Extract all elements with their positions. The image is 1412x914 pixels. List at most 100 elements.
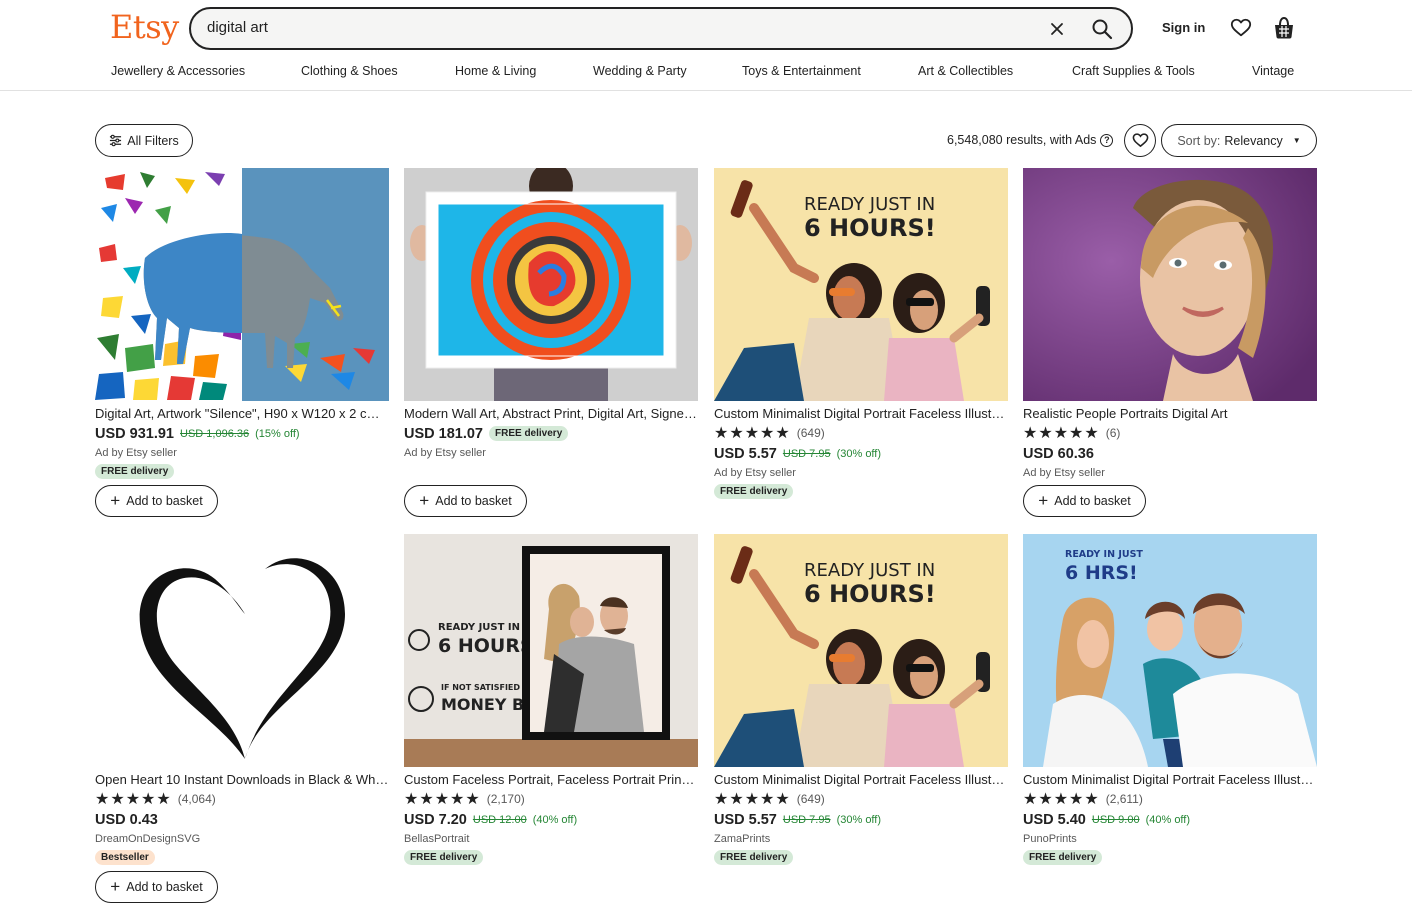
all-filters-button[interactable]: All Filters [95,124,193,157]
sort-value: Relevancy [1224,133,1283,148]
sort-dropdown[interactable]: Sort by: Relevancy ▼ [1161,124,1317,157]
stars-icon: ★★★★★ [404,791,481,808]
stars-icon: ★★★★★ [1023,425,1100,442]
price-row: USD 7.20 USD 12.00 (40% off) [404,810,698,829]
free-delivery-badge: FREE delivery [95,464,175,479]
category-home[interactable]: Home & Living [455,64,536,78]
listing-card[interactable]: READY JUST IN 6 HOURS! Custom Minimalist… [714,168,1008,499]
listing-price: USD 0.43 [95,811,158,828]
seller-name[interactable]: DreamOnDesignSVG [95,832,389,847]
listing-card[interactable]: READY JUST IN 6 HOURS! Custom Minimalist… [714,534,1008,865]
listing-card[interactable]: READY IN JUST 6 HRS! Custom Minimalist D… [1023,534,1317,865]
family-text-2: 6 HRS! [1065,562,1138,584]
search-icon[interactable] [1091,18,1113,40]
seller-name[interactable]: ZamaPrints [714,832,1008,847]
add-to-basket-button[interactable]: + Add to basket [95,485,218,517]
free-delivery-badge: FREE delivery [714,484,794,499]
listing-title[interactable]: Custom Minimalist Digital Portrait Facel… [1023,771,1317,788]
results-count: 6,548,080 results, with Ads ? [947,133,1114,147]
stars-icon: ★★★★★ [95,791,172,808]
listing-image[interactable] [95,168,389,401]
listing-image[interactable] [404,168,698,401]
original-price: USD 7.95 [782,813,831,826]
category-vintage[interactable]: Vintage [1252,64,1294,78]
listing-card[interactable]: Realistic People Portraits Digital Art ★… [1023,168,1317,481]
etsy-logo[interactable]: Etsy [110,8,179,46]
category-craft[interactable]: Craft Supplies & Tools [1072,64,1195,78]
add-to-basket-label: Add to basket [1054,494,1131,508]
listing-card[interactable]: Open Heart 10 Instant Downloads in Black… [95,534,389,865]
stars-icon: ★★★★★ [714,425,791,442]
category-nav: Jewellery & Accessories Clothing & Shoes… [0,64,1412,82]
faceless-text-3: IF NOT SATISFIED [441,683,520,692]
star-rating: ★★★★★ (649) [714,790,1008,808]
add-to-basket-label: Add to basket [126,880,203,894]
seller-name: Ad by Etsy seller [95,447,177,459]
listing-card[interactable]: Modern Wall Art, Abstract Print, Digital… [404,168,698,461]
listing-card[interactable]: READY JUST IN 6 HOURS IF NOT SATISFIED M… [404,534,698,865]
faceless-portrait-image: READY JUST IN 6 HOURS! [714,168,1008,401]
ready-text-2: 6 HOURS! [804,580,936,608]
search-input[interactable] [207,19,1007,36]
add-to-basket-button[interactable]: + Add to basket [95,871,218,903]
site-header: Etsy Sign in Jewellery & Accessories Clo… [0,0,1412,91]
seller-name[interactable]: PunoPrints [1023,832,1317,847]
filter-sliders-icon [110,134,122,147]
sort-label: Sort by: [1177,133,1221,148]
search-bar [189,7,1133,50]
category-art[interactable]: Art & Collectibles [918,64,1013,78]
add-to-basket-button[interactable]: + Add to basket [1023,485,1146,517]
listing-title[interactable]: Digital Art, Artwork "Silence", H90 x W1… [95,405,389,422]
stars-icon: ★★★★★ [1023,791,1100,808]
realistic-portrait-image [1023,168,1317,401]
listing-image[interactable]: READY JUST IN 6 HOURS IF NOT SATISFIED M… [404,534,698,767]
category-toys[interactable]: Toys & Entertainment [742,64,861,78]
listing-title[interactable]: Realistic People Portraits Digital Art [1023,405,1317,422]
discount-label: (30% off) [836,447,882,460]
listing-image[interactable]: READY JUST IN 6 HOURS! [714,168,1008,401]
original-price: USD 1,096.36 [180,427,250,440]
listing-image[interactable]: READY JUST IN 6 HOURS! [714,534,1008,767]
listing-price: USD 5.57 [714,445,777,462]
add-to-basket-label: Add to basket [126,494,203,508]
clear-search-icon[interactable] [1047,19,1067,39]
seller-name[interactable]: BellasPortrait [404,832,698,847]
listing-title[interactable]: Modern Wall Art, Abstract Print, Digital… [404,405,698,422]
original-price: USD 12.00 [472,813,527,826]
ready-text-1: READY JUST IN [804,560,935,581]
listing-title[interactable]: Custom Minimalist Digital Portrait Facel… [714,771,1008,788]
listing-image[interactable] [1023,168,1317,401]
listing-title[interactable]: Open Heart 10 Instant Downloads in Black… [95,771,389,788]
review-count: (2,170) [486,792,525,806]
category-jewellery[interactable]: Jewellery & Accessories [111,64,245,78]
add-to-basket-label: Add to basket [435,494,512,508]
seller-name: Ad by Etsy seller [714,467,796,479]
sign-in-link[interactable]: Sign in [1162,20,1205,35]
listing-card[interactable]: Digital Art, Artwork "Silence", H90 x W1… [95,168,389,479]
family-text-1: READY IN JUST [1065,549,1143,560]
listing-title[interactable]: Custom Minimalist Digital Portrait Facel… [714,405,1008,422]
category-wedding[interactable]: Wedding & Party [593,64,687,78]
price-row: USD 60.36 [1023,444,1317,463]
listing-image[interactable]: READY IN JUST 6 HRS! [1023,534,1317,767]
abstract-print-image [404,168,698,401]
open-heart-image [95,534,389,767]
add-to-basket-button[interactable]: + Add to basket [404,485,527,517]
price-row: USD 0.43 [95,810,389,829]
free-delivery-badge: FREE delivery [404,850,484,865]
listing-image[interactable] [95,534,389,767]
category-clothing[interactable]: Clothing & Shoes [301,64,398,78]
review-count: (2,611) [1105,792,1143,806]
favourites-heart-icon[interactable] [1230,17,1252,39]
seller-name: Ad by Etsy seller [1023,467,1105,479]
star-rating: ★★★★★ (6) [1023,424,1317,442]
ads-info-icon[interactable]: ? [1100,133,1114,147]
listing-title[interactable]: Custom Faceless Portrait, Faceless Portr… [404,771,698,788]
discount-label: (40% off) [532,813,578,826]
stars-icon: ★★★★★ [714,791,791,808]
bestseller-badge: Bestseller [95,850,155,865]
star-rating: ★★★★★ (2,170) [404,790,698,808]
save-search-button[interactable] [1124,124,1156,157]
review-count: (4,064) [177,792,216,806]
basket-icon[interactable] [1273,16,1295,40]
